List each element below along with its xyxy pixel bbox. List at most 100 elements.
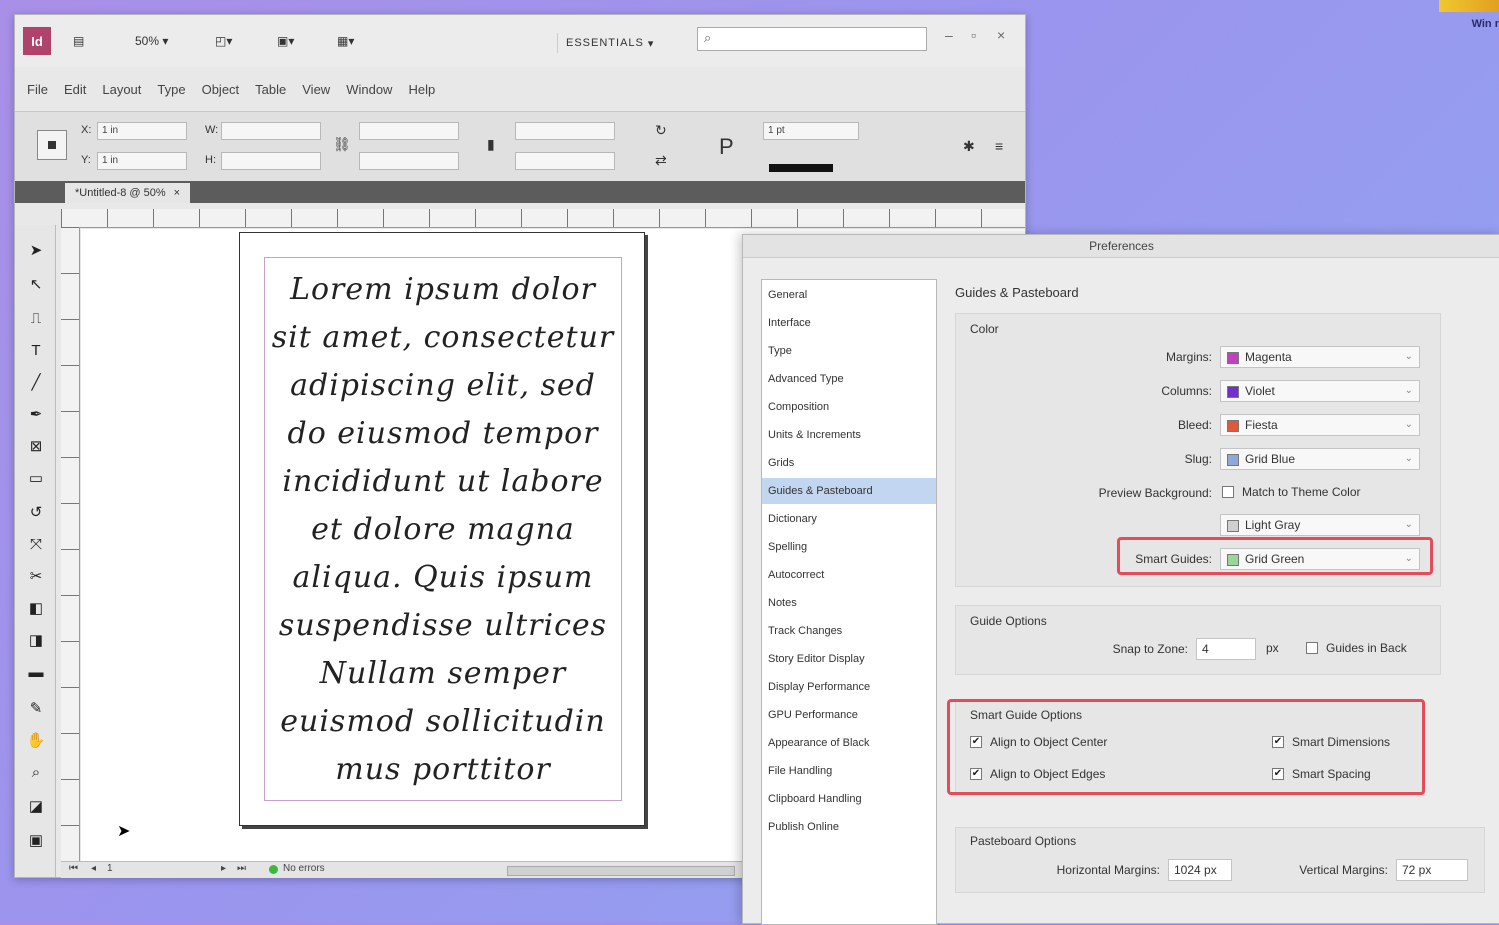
minimize-icon[interactable]: – xyxy=(945,27,953,43)
bridge-icon[interactable]: ▤ xyxy=(73,31,84,51)
arrange-documents-icon[interactable]: ▦▾ xyxy=(337,31,354,51)
first-page-icon[interactable]: ⏮ xyxy=(69,863,78,874)
pin-icon[interactable]: ✱ xyxy=(963,138,975,155)
category-notes[interactable]: Notes xyxy=(762,590,936,616)
eyedropper-tool-icon[interactable]: ✎ xyxy=(25,697,47,719)
bleed-color-select[interactable]: Fiesta ⌄ xyxy=(1220,414,1420,436)
menu-help[interactable]: Help xyxy=(408,82,435,97)
menu-file[interactable]: File xyxy=(27,82,48,97)
search-field[interactable]: ⌕ xyxy=(697,27,927,51)
document-page[interactable]: Lorem ipsum dolor sit amet, consectetur … xyxy=(239,232,645,826)
type-tool-icon[interactable]: T xyxy=(25,339,47,361)
snap-to-zone-field[interactable]: 4 xyxy=(1196,638,1256,660)
category-appearance-of-black[interactable]: Appearance of Black xyxy=(762,730,936,756)
prev-page-icon[interactable]: ◂ xyxy=(91,863,96,874)
preview-background-select[interactable]: Light Gray ⌄ xyxy=(1220,514,1420,536)
horizontal-scrollbar[interactable] xyxy=(507,866,735,876)
dialog-title: Preferences xyxy=(743,235,1499,258)
menu-object[interactable]: Object xyxy=(202,82,240,97)
screen-mode-tool-icon[interactable]: ▣ xyxy=(25,829,47,851)
gradient-tool-icon[interactable]: ◧ xyxy=(25,597,47,619)
x-position-field[interactable]: 1 in xyxy=(97,122,187,140)
rectangle-frame-tool-icon[interactable]: ⊠ xyxy=(25,435,47,457)
horizontal-margins-field[interactable]: 1024 px xyxy=(1168,859,1232,881)
free-transform-tool-icon[interactable]: ⤧ xyxy=(25,533,47,555)
pen-tool-icon[interactable]: ✒ xyxy=(25,403,47,425)
category-autocorrect[interactable]: Autocorrect xyxy=(762,562,936,588)
close-tab-icon[interactable]: × xyxy=(174,187,180,199)
category-gpu-performance[interactable]: GPU Performance xyxy=(762,702,936,728)
document-tab[interactable]: *Untitled-8 @ 50% × xyxy=(65,183,191,203)
next-page-icon[interactable]: ▸ xyxy=(221,863,226,874)
rectangle-tool-icon[interactable]: ▭ xyxy=(25,467,47,489)
scissors-tool-icon[interactable]: ✂ xyxy=(25,565,47,587)
menu-view[interactable]: View xyxy=(302,82,330,97)
direct-selection-tool-icon[interactable]: ↖ xyxy=(25,273,47,295)
maximize-icon[interactable]: ▫ xyxy=(971,27,976,43)
line-tool-icon[interactable]: ╱ xyxy=(25,371,47,393)
stroke-type-selector[interactable] xyxy=(769,164,833,172)
category-interface[interactable]: Interface xyxy=(762,310,936,336)
menu-layout[interactable]: Layout xyxy=(102,82,141,97)
category-type[interactable]: Type xyxy=(762,338,936,364)
menu-edit[interactable]: Edit xyxy=(64,82,86,97)
category-dictionary[interactable]: Dictionary xyxy=(762,506,936,532)
menu-table[interactable]: Table xyxy=(255,82,286,97)
screen-mode-icon[interactable]: ▣▾ xyxy=(277,31,294,51)
stroke-weight-field[interactable]: 1 pt xyxy=(763,122,859,140)
selection-tool-icon[interactable]: ➤ xyxy=(25,239,47,261)
category-advanced-type[interactable]: Advanced Type xyxy=(762,366,936,392)
guides-in-back-checkbox[interactable] xyxy=(1306,642,1318,654)
rotate-cw-icon[interactable]: ↻ xyxy=(655,122,667,139)
vertical-ruler[interactable] xyxy=(61,227,80,867)
shear-field[interactable] xyxy=(515,152,615,170)
rotation-field[interactable] xyxy=(515,122,615,140)
gradient-feather-tool-icon[interactable]: ◨ xyxy=(25,629,47,651)
note-tool-icon[interactable]: ▬ xyxy=(25,661,47,683)
flip-icon[interactable]: ⇄ xyxy=(655,152,667,169)
category-publish-online[interactable]: Publish Online xyxy=(762,814,936,840)
menu-type[interactable]: Type xyxy=(157,82,185,97)
category-track-changes[interactable]: Track Changes xyxy=(762,618,936,644)
text-frame[interactable]: Lorem ipsum dolor sit amet, consectetur … xyxy=(264,257,622,801)
workspace-switcher[interactable]: ESSENTIALS ▾ xyxy=(557,33,686,53)
view-options-icon[interactable]: ◰▾ xyxy=(215,31,232,51)
close-icon[interactable]: × xyxy=(997,27,1005,43)
category-units-increments[interactable]: Units & Increments xyxy=(762,422,936,448)
category-general[interactable]: General xyxy=(762,282,936,308)
reference-point-icon[interactable] xyxy=(37,130,67,160)
menu-window[interactable]: Window xyxy=(346,82,392,97)
category-clipboard-handling[interactable]: Clipboard Handling xyxy=(762,786,936,812)
rotate-icon[interactable]: ▮ xyxy=(487,136,495,153)
columns-color-select[interactable]: Violet ⌄ xyxy=(1220,380,1420,402)
constrain-proportions-icon[interactable]: ⛓ xyxy=(333,136,351,153)
y-position-field[interactable]: 1 in xyxy=(97,152,187,170)
match-theme-color-checkbox[interactable] xyxy=(1222,486,1234,498)
margins-color-select[interactable]: Magenta ⌄ xyxy=(1220,346,1420,368)
category-composition[interactable]: Composition xyxy=(762,394,936,420)
slug-color-select[interactable]: Grid Blue ⌄ xyxy=(1220,448,1420,470)
category-story-editor-display[interactable]: Story Editor Display xyxy=(762,646,936,672)
width-field[interactable] xyxy=(221,122,321,140)
category-grids[interactable]: Grids xyxy=(762,450,936,476)
page-tool-icon[interactable]: ⎍ xyxy=(25,307,47,329)
rotate-tool-icon[interactable]: ↺ xyxy=(25,501,47,523)
category-spelling[interactable]: Spelling xyxy=(762,534,936,560)
category-display-performance[interactable]: Display Performance xyxy=(762,674,936,700)
horizontal-ruler[interactable] xyxy=(61,209,1025,228)
panel-menu-icon[interactable]: ≡ xyxy=(995,138,1003,154)
hand-tool-icon[interactable]: ✋ xyxy=(25,729,47,751)
page-number[interactable]: 1 xyxy=(107,863,113,874)
preflight-status[interactable]: No errors xyxy=(283,863,325,874)
last-page-icon[interactable]: ⏭ xyxy=(237,863,246,874)
zoom-level-dropdown[interactable]: 50% ▾ xyxy=(135,31,168,51)
category-file-handling[interactable]: File Handling xyxy=(762,758,936,784)
scale-x-field[interactable] xyxy=(359,122,459,140)
zoom-tool-icon[interactable]: ⌕ xyxy=(25,761,47,783)
slug-color-value: Grid Blue xyxy=(1245,452,1296,466)
scale-y-field[interactable] xyxy=(359,152,459,170)
vertical-margins-field[interactable]: 72 px xyxy=(1396,859,1468,881)
fill-stroke-swatch-icon[interactable]: ◪ xyxy=(25,795,47,817)
height-field[interactable] xyxy=(221,152,321,170)
category-guides-pasteboard[interactable]: Guides & Pasteboard xyxy=(762,478,936,504)
